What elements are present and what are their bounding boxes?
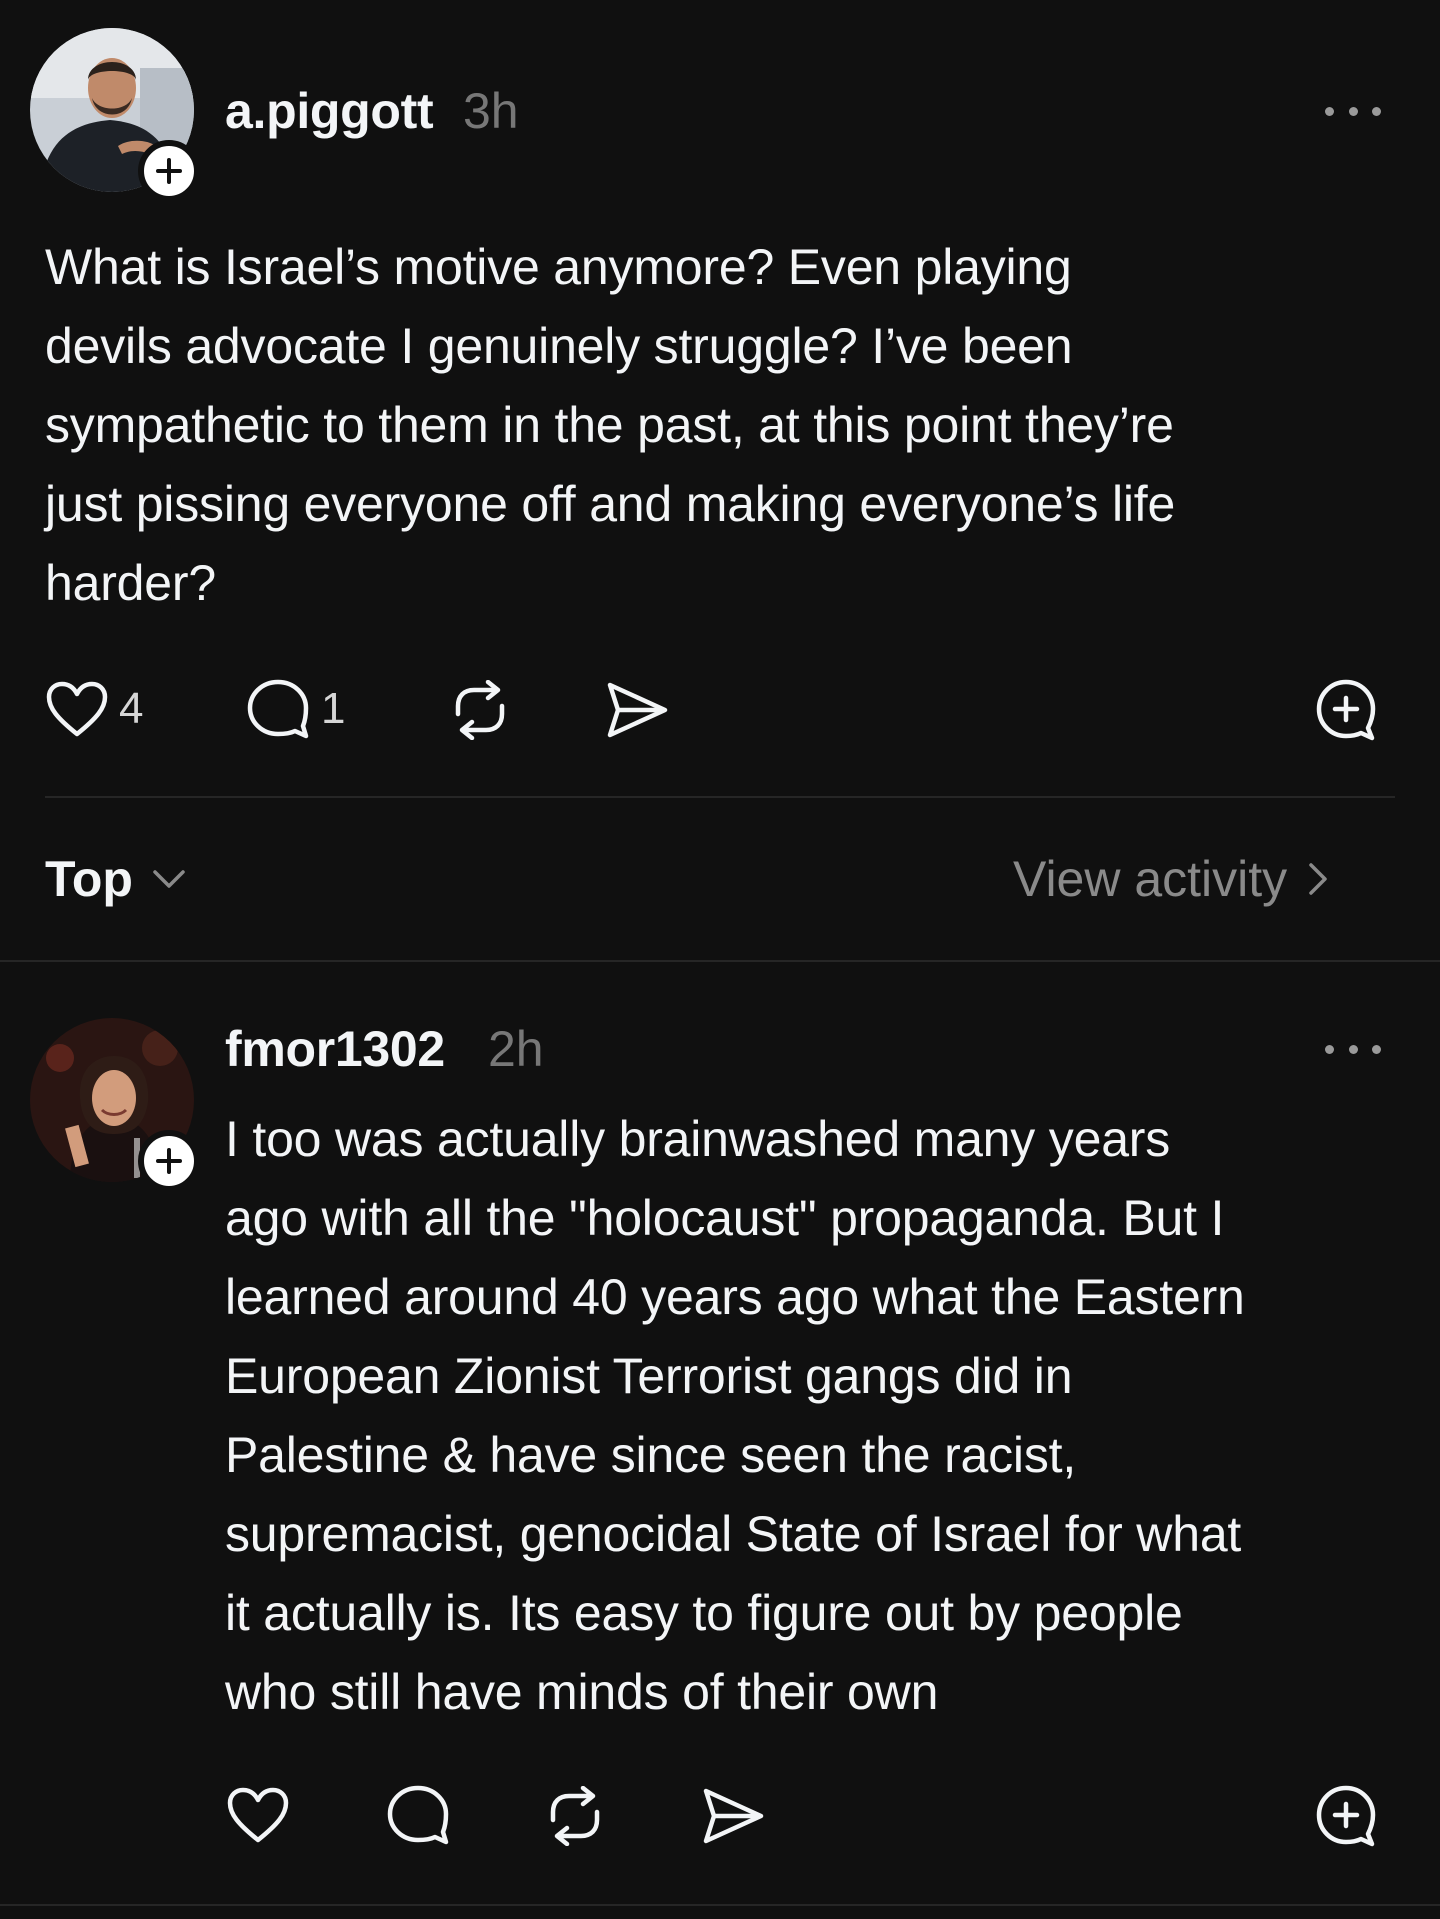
plus-icon xyxy=(156,158,182,184)
reply-timestamp: 2h xyxy=(488,1021,544,1077)
like-button[interactable] xyxy=(226,1786,290,1844)
reply-button[interactable] xyxy=(385,1784,451,1846)
more-dots-icon xyxy=(1325,106,1334,116)
reply-count: 1 xyxy=(321,684,346,733)
repost-button[interactable] xyxy=(543,1786,607,1846)
more-options-button[interactable] xyxy=(1325,1034,1381,1064)
divider xyxy=(45,796,1395,798)
heart-icon xyxy=(227,1787,289,1843)
post-username[interactable]: a.piggott xyxy=(225,82,434,140)
chevron-right-icon xyxy=(1309,863,1327,895)
post-timestamp: 3h xyxy=(463,83,519,139)
chevron-down-icon xyxy=(153,870,185,888)
sort-dropdown[interactable]: Top xyxy=(45,850,189,908)
quote-button[interactable] xyxy=(1314,1784,1378,1848)
share-button[interactable] xyxy=(605,680,669,740)
speech-bubble-icon xyxy=(387,1785,449,1845)
repost-icon xyxy=(550,1786,600,1846)
share-button[interactable] xyxy=(701,1786,765,1846)
repost-icon xyxy=(455,680,505,740)
reply-button[interactable]: 1 xyxy=(245,678,345,740)
send-icon xyxy=(703,1788,764,1844)
quote-plus-icon xyxy=(1316,1785,1376,1847)
more-options-button[interactable] xyxy=(1325,96,1381,126)
quote-button[interactable] xyxy=(1314,678,1378,742)
like-count: 4 xyxy=(119,684,144,733)
speech-bubble-icon xyxy=(247,679,309,739)
post-text: What is Israel’s motive anymore? Even pl… xyxy=(45,239,1176,611)
quote-plus-icon xyxy=(1316,679,1376,741)
repost-button[interactable] xyxy=(448,680,512,740)
divider xyxy=(0,960,1440,962)
reply-text: I too was actually brainwashed many year… xyxy=(225,1111,1245,1720)
plus-icon xyxy=(156,1148,182,1174)
like-button[interactable]: 4 xyxy=(45,680,143,738)
send-icon xyxy=(607,682,668,738)
more-dots-icon xyxy=(1325,1044,1334,1054)
sort-label: Top xyxy=(45,851,133,907)
divider xyxy=(0,1904,1440,1906)
reply-username[interactable]: fmor1302 xyxy=(225,1020,445,1078)
view-activity-link[interactable]: View activity xyxy=(1013,850,1333,908)
follow-button[interactable] xyxy=(138,140,200,202)
heart-icon xyxy=(46,681,108,737)
view-activity-label: View activity xyxy=(1013,851,1288,907)
follow-button[interactable] xyxy=(138,1130,200,1192)
